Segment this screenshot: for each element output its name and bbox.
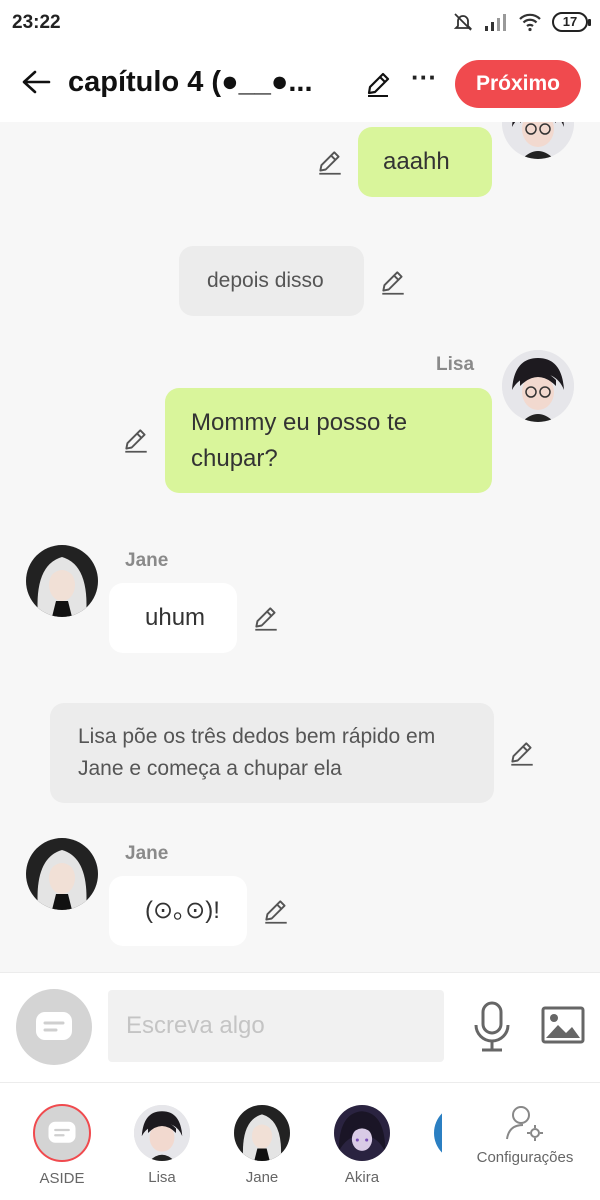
partial-avatar-tab[interactable] [434,1105,442,1161]
tab-label: ASIDE [39,1170,85,1187]
user-gear-icon [506,1106,543,1141]
avatar-jane[interactable] [26,838,98,910]
edit-message-button[interactable] [315,147,345,177]
aside-tab-icon [33,1104,91,1162]
pencil-icon [382,271,404,295]
voice-record-button[interactable] [468,999,516,1055]
tab-label: Jane [245,1169,279,1186]
narration-bubble[interactable]: depois disso [179,246,364,316]
composer-bar [0,972,600,1082]
message-bubble[interactable]: uhum [109,583,237,653]
message-text: uhum [145,604,206,631]
message-bubble[interactable]: Mommy eu posso te chupar? [165,388,492,493]
tab-label: Lisa [148,1169,176,1186]
status-icons: 17 [452,11,591,33]
avatar-partial [434,1105,442,1161]
avatar-lisa[interactable] [502,122,574,159]
pencil-icon [367,72,390,97]
jane-avatar-icon [26,545,98,617]
edit-message-button[interactable] [507,738,537,768]
sender-name: Lisa [436,354,475,375]
narration-text: Lisa põe os três dedos bem rápido em Jan… [78,725,436,780]
pencil-icon [319,151,341,175]
chat-bubble-icon [48,1121,76,1143]
tab-jane[interactable]: Jane [222,1101,302,1197]
pencil-icon [511,742,533,766]
microphone-icon [474,1001,510,1052]
arrow-left-icon [22,70,51,94]
lisa-avatar-icon [502,122,574,159]
avatar-jane [234,1105,290,1161]
message-text: Mommy eu posso te chupar? [191,409,408,472]
avatar-lisa[interactable] [502,350,574,422]
lisa-avatar-icon [134,1105,190,1161]
message-text: aaahh [383,148,450,175]
lisa-avatar-icon [502,350,574,422]
back-button[interactable] [14,60,58,104]
battery-icon: 17 [552,12,591,32]
more-options-button[interactable]: ··· [404,64,444,100]
message-bubble[interactable]: aaahh [358,127,492,197]
avatar-akira [334,1105,390,1161]
chapter-title: capítulo 4 (●__●... [68,66,313,98]
tab-aside[interactable]: ASIDE [22,1101,102,1197]
sender-name: Jane [125,550,169,571]
status-bar: 23:22 17 [0,0,600,46]
aside-toggle-button[interactable] [16,989,92,1065]
avatar-lisa [134,1105,190,1161]
edit-message-button[interactable] [261,896,291,926]
character-tab-bar: ASIDE Lisa Jane Akira Configurações [0,1082,600,1200]
message-text: (⊙｡⊙)! [145,897,220,924]
image-icon [541,1006,585,1044]
tab-label: Akira [344,1169,380,1186]
avatar-jane[interactable] [26,545,98,617]
akira-avatar-icon [334,1105,390,1161]
muted-bell-icon [453,13,473,31]
narration-bubble[interactable]: Lisa põe os três dedos bem rápido em Jan… [50,703,494,803]
insert-image-button[interactable] [540,1003,586,1049]
jane-avatar-icon [26,838,98,910]
battery-level: 17 [562,14,578,29]
narration-text: depois disso [207,269,324,292]
sender-name: Jane [125,843,169,864]
pencil-icon [125,429,147,453]
tab-label: Configurações [476,1149,574,1166]
tab-lisa[interactable]: Lisa [122,1101,202,1197]
chat-bubble-icon [36,1012,72,1040]
pencil-icon [255,607,277,631]
edit-message-button[interactable] [251,603,281,633]
message-bubble[interactable]: (⊙｡⊙)! [109,876,247,946]
jane-avatar-icon [234,1105,290,1161]
chat-header: capítulo 4 (●__●... ··· Próximo [0,46,600,122]
next-chapter-button[interactable]: Próximo [455,60,581,108]
pencil-icon [265,900,287,924]
status-time: 23:22 [12,12,61,33]
message-input[interactable] [108,990,444,1062]
signal-icon [485,14,506,31]
chat-messages[interactable]: aaahh depois disso Lisa Mommy eu posso t… [0,122,600,972]
edit-message-button[interactable] [378,267,408,297]
tab-settings[interactable]: Configurações [470,1101,580,1197]
wifi-icon [519,13,541,32]
tab-akira[interactable]: Akira [322,1101,402,1197]
edit-message-button[interactable] [121,425,151,455]
edit-title-button[interactable] [360,66,396,102]
